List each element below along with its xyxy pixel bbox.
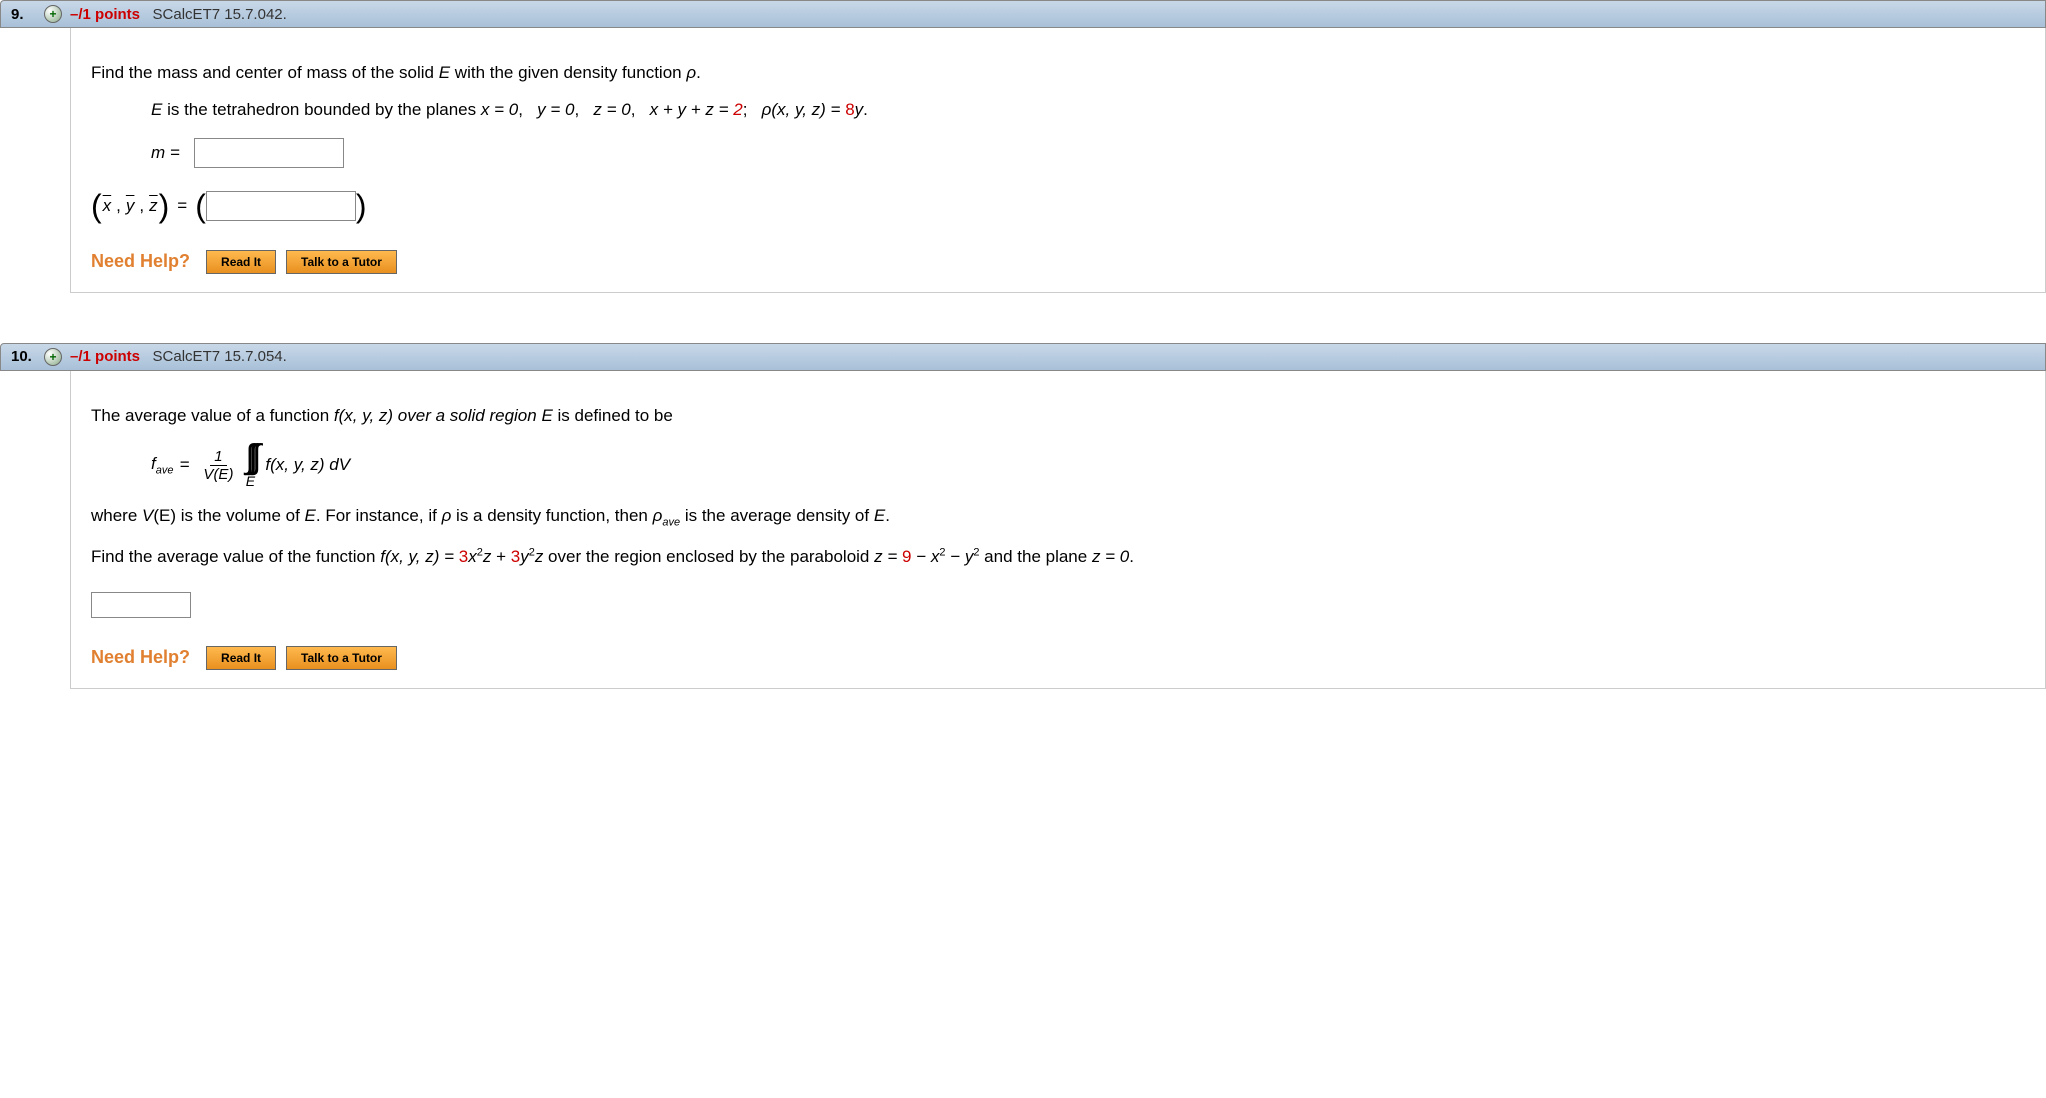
points-value: –/1 [70, 6, 91, 23]
talk-to-tutor-button[interactable]: Talk to a Tutor [286, 646, 397, 670]
region-description: E is the tetrahedron bounded by the plan… [151, 100, 2025, 120]
question-10: 10. + –/1 points SCalcET7 15.7.054. The … [0, 343, 2046, 689]
help-row: Need Help? Read It Talk to a Tutor [91, 646, 2025, 670]
talk-to-tutor-button[interactable]: Talk to a Tutor [286, 250, 397, 274]
answer-row [91, 584, 2025, 618]
need-help-label: Need Help? [91, 251, 190, 272]
left-paren-2: ( [195, 190, 206, 222]
right-paren-2: ) [356, 190, 367, 222]
average-value-input[interactable] [91, 592, 191, 618]
read-it-button[interactable]: Read It [206, 250, 276, 274]
center-of-mass-input[interactable] [206, 191, 356, 221]
question-header: 10. + –/1 points SCalcET7 15.7.054. [0, 343, 2046, 371]
points-value: –/1 [70, 348, 91, 365]
read-it-button[interactable]: Read It [206, 646, 276, 670]
expand-icon[interactable]: + [44, 5, 62, 23]
prompt: Find the mass and center of mass of the … [91, 60, 2025, 86]
question-source: SCalcET7 15.7.042. [153, 6, 287, 23]
need-help-label: Need Help? [91, 647, 190, 668]
question-9: 9. + –/1 points SCalcET7 15.7.042. Find … [0, 0, 2046, 293]
left-paren: ( [91, 190, 102, 222]
points-label: points [95, 6, 140, 23]
help-row: Need Help? Read It Talk to a Tutor [91, 250, 2025, 274]
fave-formula: fave = 1 V(E) ∫∫∫ E f(x, y, z) dV [151, 442, 2025, 489]
com-vector: x, y, z [102, 196, 159, 216]
right-paren: ) [159, 190, 170, 222]
question-number: 9. [11, 6, 36, 23]
triple-integral-icon: ∫∫∫ E [245, 442, 255, 489]
points-label: points [95, 348, 140, 365]
fraction: 1 V(E) [199, 448, 237, 483]
question-source: SCalcET7 15.7.054. [153, 348, 287, 365]
center-of-mass-row: ( x, y, z ) = ( ) [91, 190, 2025, 222]
expand-icon[interactable]: + [44, 348, 62, 366]
mass-answer-row: m = [151, 138, 2025, 168]
question-header: 9. + –/1 points SCalcET7 15.7.042. [0, 0, 2046, 28]
mass-label: m = [151, 143, 180, 163]
question-body: Find the mass and center of mass of the … [70, 28, 2046, 293]
task-prompt: Find the average value of the function f… [91, 544, 2025, 570]
definition-intro: The average value of a function f(x, y, … [91, 403, 2025, 429]
question-number: 10. [11, 348, 36, 365]
definition-where: where V(E) is the volume of E. For insta… [91, 503, 2025, 531]
question-body: The average value of a function f(x, y, … [70, 371, 2046, 689]
mass-input[interactable] [194, 138, 344, 168]
